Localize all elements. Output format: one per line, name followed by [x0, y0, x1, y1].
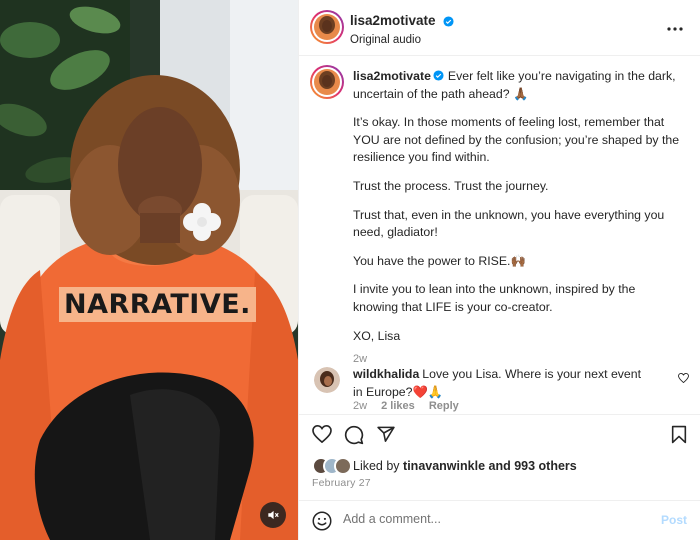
likes-others[interactable]: and 993 others	[489, 459, 577, 473]
verified-icon	[443, 16, 454, 27]
comment-likes-count[interactable]: 2 likes	[381, 400, 415, 412]
author-avatar[interactable]	[312, 12, 342, 42]
avatar-image	[314, 14, 340, 40]
liker-avatars[interactable]	[312, 457, 354, 475]
commenter-handle[interactable]: wildkhalida	[353, 367, 419, 381]
caption-text-3: Trust the process. Trust the journey.	[353, 178, 549, 193]
caption-text-7: XO, Lisa	[353, 328, 401, 343]
post-details-panel: lisa2motivate Original audio lisa2motiva…	[298, 0, 700, 540]
comment-body: wildkhalida Love you Lisa. Where is your …	[353, 366, 643, 401]
likes-prefix: Liked by	[353, 459, 400, 473]
caption-text-6: I invite you to lean into the unknown, i…	[353, 282, 639, 314]
comment-input[interactable]	[343, 512, 643, 526]
post-date[interactable]: February 27	[312, 477, 371, 489]
likes-summary: Liked by tinavanwinkle and 993 others	[353, 459, 577, 473]
more-icon	[667, 27, 683, 31]
avatar-image	[314, 367, 340, 393]
caption-avatar[interactable]	[312, 67, 342, 97]
audio-label[interactable]: Original audio	[350, 34, 454, 46]
author-block: lisa2motivate Original audio	[350, 12, 454, 46]
post-actions: Liked by tinavanwinkle and 993 others Fe…	[299, 414, 700, 500]
bookmark-icon[interactable]	[671, 425, 687, 444]
heart-icon[interactable]	[312, 425, 332, 443]
post-caption: lisa2motivate Ever felt like you’re navig…	[353, 68, 683, 369]
emoji-icon[interactable]	[312, 511, 332, 531]
commenter-avatar[interactable]	[314, 367, 340, 393]
more-options-button[interactable]	[667, 18, 683, 36]
comments-section[interactable]: lisa2motivate Ever felt like you’re navig…	[299, 57, 700, 413]
liker-avatar	[334, 457, 352, 475]
caption-text-4: Trust that, even in the unknown, you hav…	[353, 207, 668, 240]
video-frame	[0, 0, 298, 540]
comment-meta: 2w 2 likes Reply	[353, 400, 470, 412]
reply-button[interactable]: Reply	[429, 400, 459, 412]
caption-text-5: You have the power to RISE.🙌🏾	[353, 253, 526, 268]
caption-author-handle[interactable]: lisa2motivate	[353, 69, 431, 83]
avatar-image	[314, 69, 340, 95]
mute-icon	[268, 510, 279, 520]
verified-icon	[433, 70, 444, 81]
caption-text-2: It’s okay. In those moments of feeling l…	[353, 115, 683, 165]
comment-composer: Post	[299, 500, 700, 540]
comment-icon[interactable]	[344, 425, 364, 445]
comment-timestamp[interactable]: 2w	[353, 400, 367, 412]
caption-paragraph: lisa2motivate Ever felt like you’re navig…	[353, 68, 683, 103]
post-comment-button[interactable]: Post	[661, 513, 687, 527]
liker-handle[interactable]: tinavanwinkle	[403, 459, 485, 473]
share-icon[interactable]	[376, 425, 396, 444]
author-handle[interactable]: lisa2motivate	[350, 13, 436, 28]
reel-video[interactable]: NARRATIVE.	[0, 0, 298, 540]
video-caption-sticker: NARRATIVE.	[59, 287, 256, 322]
mute-button[interactable]	[260, 502, 286, 528]
comment-like-icon[interactable]	[678, 373, 689, 383]
post-header: lisa2motivate Original audio	[299, 0, 700, 56]
